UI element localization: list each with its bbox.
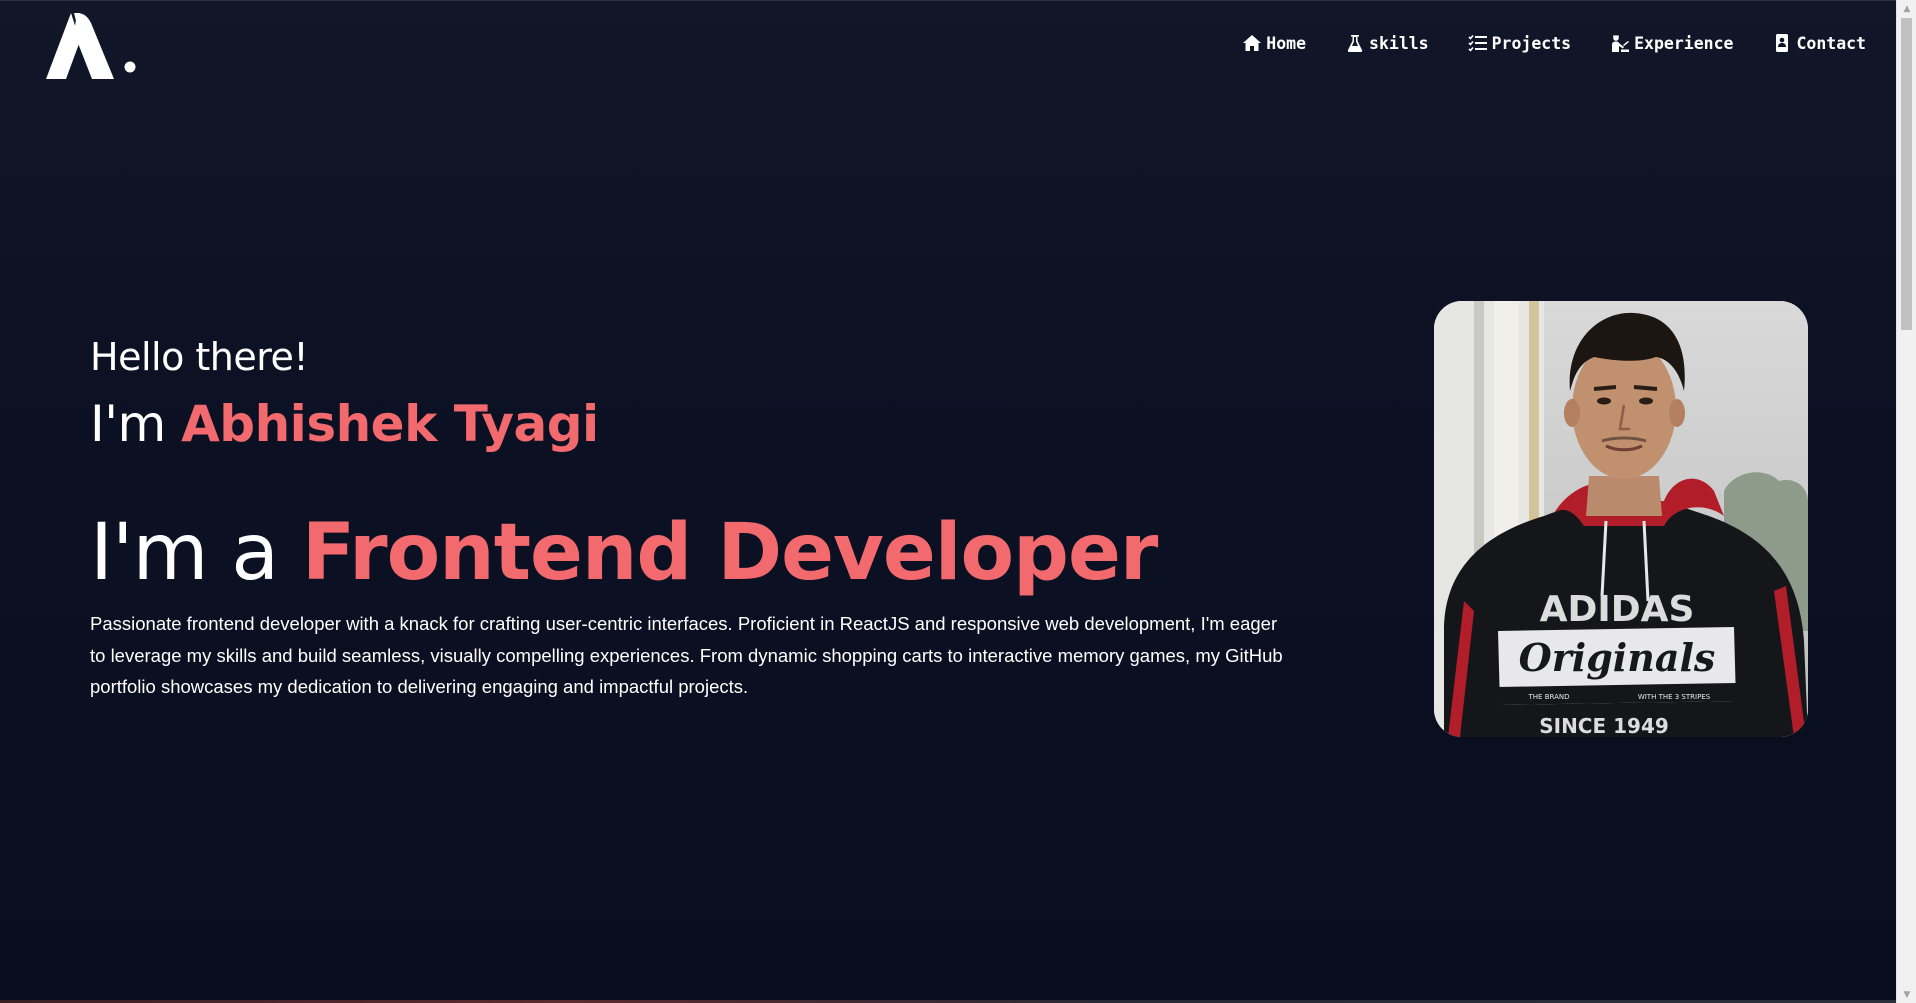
page: Home skills Projects Experience Contact …: [0, 0, 1896, 1003]
nav-experience[interactable]: Experience: [1610, 33, 1733, 53]
nav-skills[interactable]: skills: [1345, 33, 1429, 53]
nav-home[interactable]: Home: [1242, 33, 1306, 53]
profile-photo: ADIDAS Originals THE BRAND WITH THE 3 ST…: [1434, 301, 1808, 737]
shirt-script-text: Originals: [1519, 635, 1716, 680]
shirt-since-text: SINCE 1949: [1539, 714, 1669, 737]
nav-skills-label: skills: [1369, 33, 1429, 53]
hero-role-line: I'm a Frontend Developer: [90, 508, 1159, 598]
nav-home-label: Home: [1266, 33, 1307, 53]
scroll-down-arrow-icon[interactable]: ▼: [1897, 986, 1916, 1003]
hero-role: Frontend Developer: [301, 508, 1159, 598]
scroll-up-arrow-icon[interactable]: ▲: [1897, 0, 1916, 17]
nav-projects-label: Projects: [1491, 33, 1572, 53]
hero-role-prefix: I'm a: [90, 508, 302, 598]
flask-icon: [1345, 33, 1365, 53]
main-nav: Home skills Projects Experience Contact: [1203, 33, 1866, 53]
shirt-brand-text: ADIDAS: [1540, 589, 1695, 630]
hero-bio: Passionate frontend developer with a kna…: [90, 613, 1283, 697]
nav-projects[interactable]: Projects: [1468, 33, 1571, 53]
nav-contact-label: Contact: [1796, 33, 1866, 53]
scroll-thumb[interactable]: [1901, 18, 1912, 330]
worker-icon: [1610, 33, 1630, 53]
home-icon: [1242, 33, 1262, 53]
logo-icon[interactable]: [44, 11, 144, 81]
hero-greeting: Hello there!: [90, 335, 309, 379]
shirt-small-left: THE BRAND: [1528, 693, 1570, 701]
nav-contact[interactable]: Contact: [1772, 33, 1866, 53]
hero-im-prefix: I'm: [90, 395, 182, 453]
hero-name: Abhishek Tyagi: [181, 395, 599, 453]
shirt-small-right: WITH THE 3 STRIPES: [1638, 693, 1711, 701]
contact-card-icon: [1772, 33, 1792, 53]
vertical-scrollbar[interactable]: ▲ ▼: [1896, 0, 1916, 1003]
hero-name-line: I'm Abhishek Tyagi: [90, 395, 599, 453]
list-check-icon: [1468, 33, 1488, 53]
nav-experience-label: Experience: [1634, 33, 1734, 53]
